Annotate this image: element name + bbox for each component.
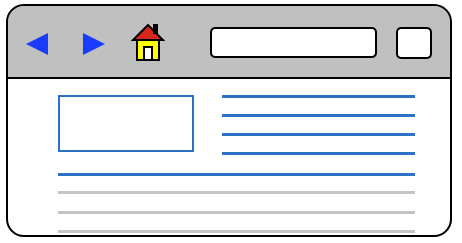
text-line [222,95,415,98]
page-content [8,79,450,235]
text-line [58,230,415,233]
forward-arrow-icon[interactable] [83,33,105,55]
text-line [58,211,415,214]
text-line [222,133,415,136]
text-line [222,114,415,117]
home-icon[interactable] [131,23,165,63]
text-line [222,152,415,155]
divider-line [58,173,415,176]
back-arrow-icon[interactable] [26,33,48,55]
browser-window [6,4,452,237]
address-bar[interactable] [210,27,377,58]
image-placeholder [58,95,194,152]
text-line [58,191,415,194]
toolbar-button[interactable] [396,27,432,59]
